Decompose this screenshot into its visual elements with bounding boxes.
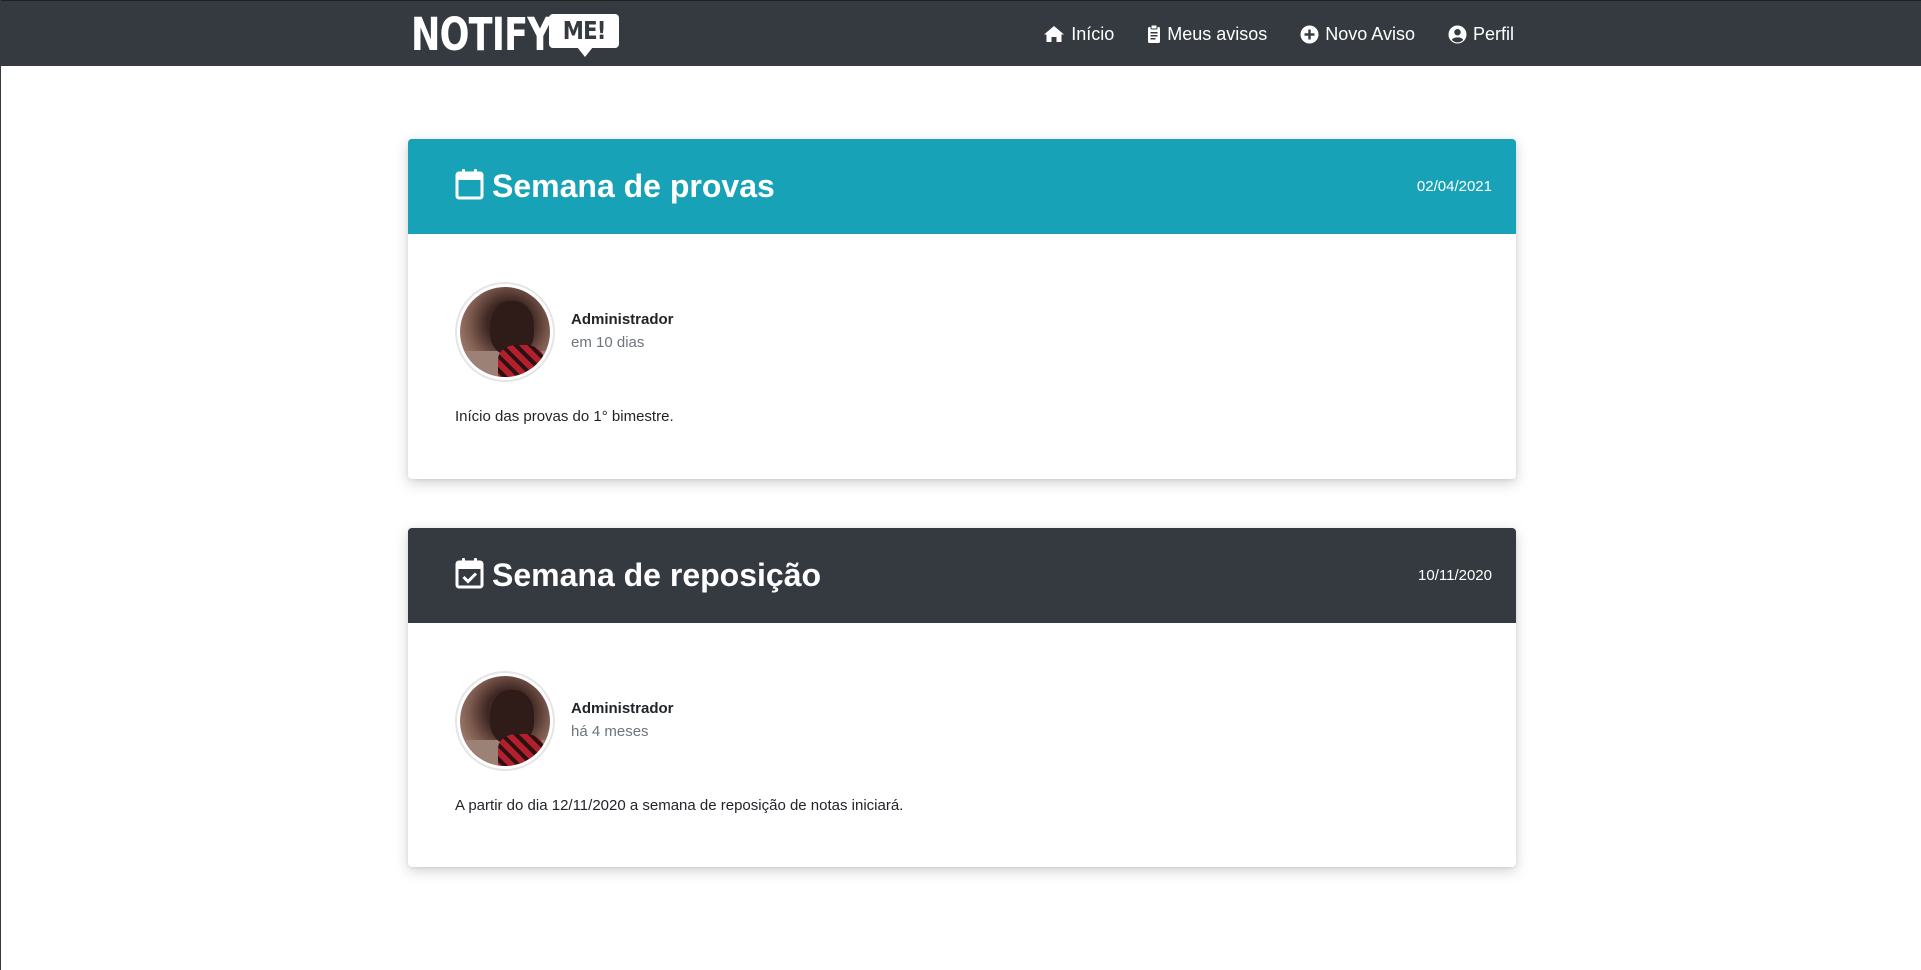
brand-word: NOTIFY [411,8,553,61]
author-name: Administrador [571,311,674,328]
notice-body: Administrador em 10 dias Início das prov… [408,234,1516,479]
notice-date: 02/04/2021 [1416,178,1492,195]
nav-item-perfil[interactable]: Perfil [1448,24,1514,45]
notice-header: Semana de reposição 10/11/2020 [408,528,1516,623]
calendar-icon [455,168,484,205]
notice-title: Semana de reposição [492,557,822,593]
notice-date: 10/11/2020 [1418,567,1492,584]
notice-text: A partir do dia 12/11/2020 a semana de r… [455,797,904,814]
notice-text: Início das provas do 1° bimestre. [455,408,674,425]
nav-item-novo-aviso[interactable]: Novo Aviso [1300,24,1415,45]
nav-label: Perfil [1472,23,1514,44]
author-time: em 10 dias [571,334,645,351]
clipboard-icon [1147,24,1161,44]
plus-circle-icon [1300,25,1319,44]
navbar: NOTIFY ME! Início Meus avisos Novo Aviso [1,0,1921,66]
avatar [455,282,555,382]
notice-title: Semana de provas [492,168,775,204]
nav-item-inicio[interactable]: Início [1043,24,1114,45]
home-icon [1043,25,1065,43]
nav-label: Início [1071,23,1115,44]
brand-bubble: ME! [549,14,619,57]
notice-author: Administrador há 4 meses [455,671,674,771]
nav-label: Meus avisos [1167,23,1268,44]
main-nav: Início Meus avisos Novo Aviso Perfil [1043,1,1514,67]
notice-body: Administrador há 4 meses A partir do dia… [408,623,1516,867]
author-name: Administrador [571,700,674,717]
brand-logo[interactable]: NOTIFY ME! [411,8,619,61]
calendar-check-icon [455,557,484,594]
user-circle-icon [1448,25,1467,44]
author-time: há 4 meses [571,723,649,740]
notice-title-wrap: Semana de provas [455,139,775,234]
author-info: Administrador há 4 meses [571,698,674,744]
avatar [455,671,555,771]
notice-card: Semana de reposição 10/11/2020 Administr… [408,528,1516,867]
notice-header: Semana de provas 02/04/2021 [408,139,1516,234]
notice-author: Administrador em 10 dias [455,282,674,382]
notice-card: Semana de provas 02/04/2021 Administrado… [408,139,1516,479]
notice-title-wrap: Semana de reposição [455,528,821,623]
nav-label: Novo Aviso [1325,23,1415,44]
author-info: Administrador em 10 dias [571,309,674,355]
nav-item-meus-avisos[interactable]: Meus avisos [1147,24,1267,45]
